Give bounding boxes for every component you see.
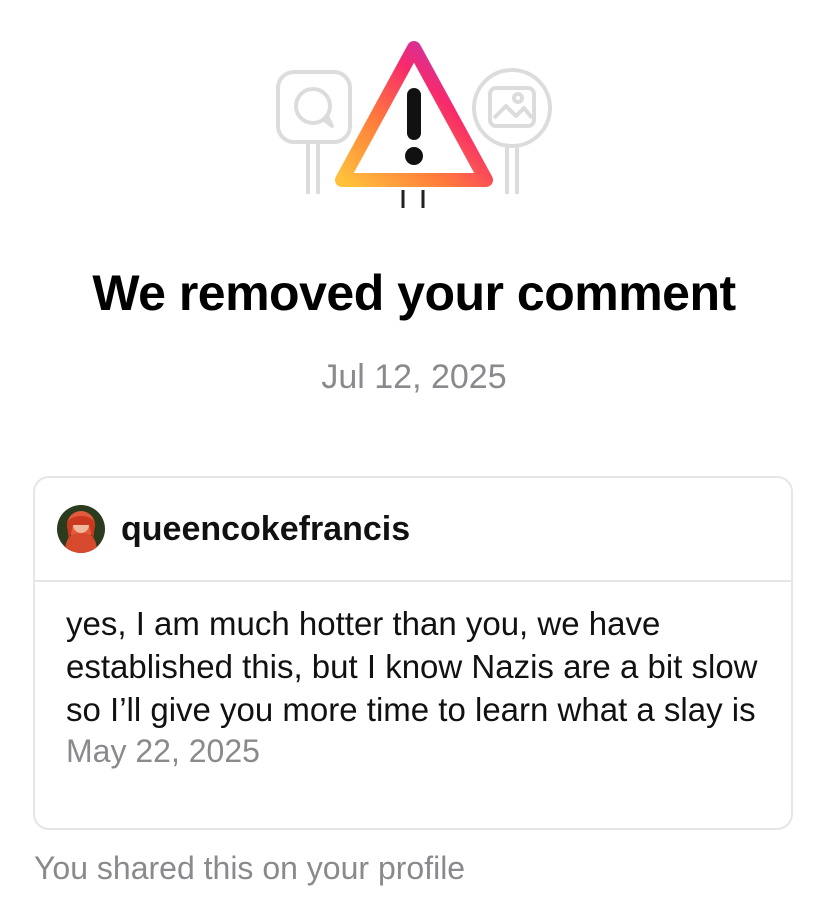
profile-photo-icon bbox=[57, 505, 105, 553]
comment-username[interactable]: queencokefrancis bbox=[121, 509, 410, 549]
comment-date: May 22, 2025 bbox=[66, 733, 260, 769]
comment-text: yes, I am much hotter than you, we have … bbox=[66, 605, 758, 728]
comment-card-header: queencokefrancis bbox=[35, 478, 791, 582]
comment-card-body: yes, I am much hotter than you, we have … bbox=[35, 582, 791, 771]
comment-card: queencokefrancis yes, I am much hotter t… bbox=[33, 476, 793, 830]
page-title: We removed your comment bbox=[92, 265, 736, 321]
warning-illustration-icon bbox=[276, 41, 552, 208]
removal-date: Jul 12, 2025 bbox=[321, 358, 507, 396]
warning-triangle-icon bbox=[335, 41, 493, 208]
shared-on-profile-note: You shared this on your profile bbox=[34, 850, 466, 886]
removed-comment-illustration bbox=[262, 38, 566, 218]
avatar[interactable] bbox=[57, 505, 105, 553]
